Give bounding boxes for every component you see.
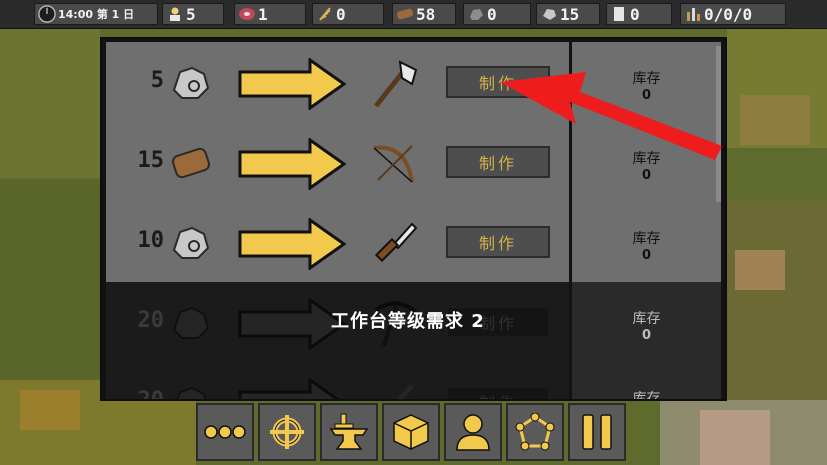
network-icon — [515, 413, 555, 451]
resource-bar: 14:00 第 1 日 5 1 0 58 0 15 0 0/0/0 — [0, 0, 827, 29]
stock-cell: 库存 0 — [572, 362, 721, 399]
crate-button[interactable] — [382, 403, 440, 461]
population-icon — [166, 5, 184, 23]
arrow-right-icon — [238, 218, 347, 270]
wheat-value: 0 — [336, 4, 346, 24]
more-icon — [204, 425, 246, 439]
iron-ore-icon — [540, 5, 558, 23]
wood-counter: 58 — [392, 3, 456, 25]
arrow-right-icon — [238, 58, 347, 110]
paper-counter: 0 — [606, 3, 672, 25]
meat-counter: 1 — [234, 3, 306, 25]
paper-value: 0 — [630, 4, 640, 24]
anvil-button[interactable] — [320, 403, 378, 461]
stone-value: 0 — [487, 4, 497, 24]
time-text: 14:00 第 1 日 — [58, 8, 135, 21]
lock-requirement-text: 工作台等级需求 2 — [331, 311, 485, 332]
knife-icon — [374, 222, 418, 263]
wheat-counter: 0 — [312, 3, 384, 25]
stock-cell: 库存 0 — [572, 202, 721, 282]
more-button[interactable] — [196, 403, 254, 461]
wood-value: 58 — [416, 4, 436, 24]
arrow-right-icon — [238, 138, 347, 190]
weapons-value: 0/0/0 — [704, 4, 753, 24]
iron-value: 15 — [560, 4, 580, 24]
stock-value: 0 — [641, 328, 652, 343]
axe-icon — [374, 60, 418, 108]
stock-label: 库存 — [632, 391, 661, 399]
person-icon — [456, 414, 490, 451]
paper-icon — [610, 5, 628, 23]
pause-icon — [582, 414, 612, 450]
meat-value: 1 — [258, 4, 268, 24]
stone-counter: 0 — [463, 3, 531, 25]
wood-icon — [171, 147, 211, 179]
iron-counter: 15 — [536, 3, 600, 25]
clock-icon — [38, 5, 56, 23]
person-button[interactable] — [444, 403, 502, 461]
weapons-counter: 0/0/0 — [680, 3, 786, 25]
target-button[interactable] — [258, 403, 316, 461]
iron-ore-icon — [172, 226, 210, 259]
stock-value: 0 — [641, 248, 652, 263]
population-counter: 5 — [162, 3, 224, 25]
target-icon — [270, 415, 304, 449]
network-button[interactable] — [506, 403, 564, 461]
recipe-row-locked: 20 制作 库存 0 — [106, 362, 721, 399]
weapons-icon — [684, 5, 702, 23]
meat-icon — [238, 5, 256, 23]
iron-ore-icon — [172, 66, 210, 99]
recipe-row: 10 制作 库存 0 — [106, 202, 721, 282]
wood-icon — [396, 5, 414, 23]
stock-cell: 库存 0 — [572, 282, 721, 362]
recipe-amount: 10 — [137, 228, 165, 253]
wheat-icon — [316, 5, 334, 23]
crate-icon — [393, 414, 429, 450]
stock-label: 库存 — [632, 231, 661, 247]
time-display: 14:00 第 1 日 — [34, 3, 158, 25]
recipe-amount: 15 — [137, 148, 165, 173]
bow-icon — [373, 145, 414, 183]
bottom-toolbar — [196, 403, 630, 465]
tutorial-arrow-icon — [500, 72, 722, 160]
craft-button[interactable]: 制作 — [446, 226, 550, 258]
population-value: 5 — [186, 4, 196, 24]
recipe-row-locked: 20 制作 工作台等级需求 2 库存 0 — [106, 282, 721, 362]
pause-button[interactable] — [568, 403, 626, 461]
stone-icon — [467, 5, 485, 23]
anvil-icon — [329, 413, 369, 450]
recipe-amount: 5 — [150, 68, 164, 93]
stock-label: 库存 — [632, 311, 661, 327]
